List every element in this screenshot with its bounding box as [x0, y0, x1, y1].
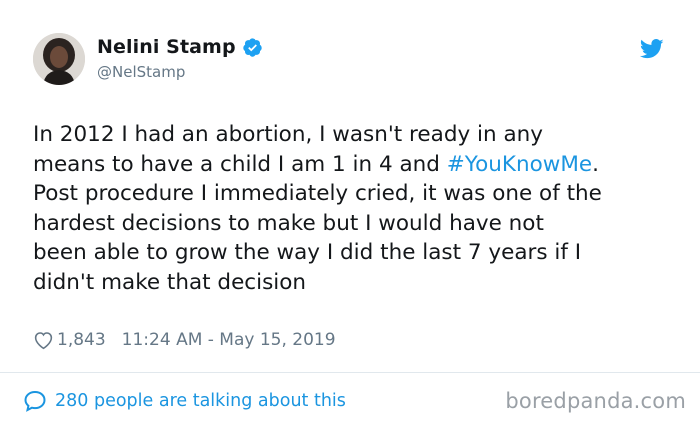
tweet-text: In 2012 I had an abortion, I wasn't read… — [33, 120, 683, 298]
conversation-link[interactable]: 280 people are talking about this — [23, 390, 346, 412]
user-handle[interactable]: @NelStamp — [97, 63, 263, 81]
tweet-timestamp[interactable]: 11:24 AM - May 15, 2019 — [122, 330, 336, 350]
speech-bubble-icon — [23, 390, 47, 412]
tweet-meta: 1,843 11:24 AM - May 15, 2019 — [33, 327, 336, 353]
like-count[interactable]: 1,843 — [57, 330, 106, 350]
avatar[interactable] — [33, 33, 85, 85]
divider — [0, 372, 700, 373]
display-name[interactable]: Nelini Stamp — [97, 35, 236, 59]
hashtag-link[interactable]: #YouKnowMe — [447, 152, 592, 177]
verified-badge-icon — [242, 37, 263, 58]
conversation-text: 280 people are talking about this — [55, 391, 346, 411]
heart-icon[interactable] — [33, 330, 54, 350]
twitter-bird-icon[interactable] — [639, 39, 664, 59]
tweet-header: Nelini Stamp @NelStamp — [33, 33, 670, 91]
tweet-card: Nelini Stamp @NelStamp In 2012 I had an … — [0, 0, 700, 427]
watermark: boredpanda.com — [505, 389, 686, 413]
avatar-image — [33, 33, 85, 85]
user-info: Nelini Stamp @NelStamp — [97, 35, 263, 81]
name-row: Nelini Stamp — [97, 35, 263, 59]
